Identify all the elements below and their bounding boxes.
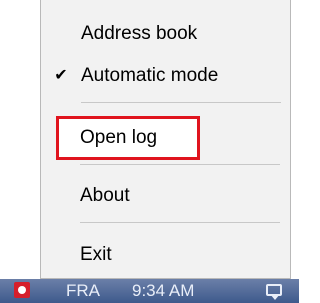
menu-item-label: Open log (80, 126, 158, 148)
menu-item-label: Exit (80, 243, 112, 265)
menu-item-label: Automatic mode (81, 64, 219, 86)
menu-item-automatic-mode[interactable]: ✔ Automatic mode (41, 56, 290, 94)
menu-item-label: Address book (81, 22, 198, 44)
tray-app-icon[interactable] (14, 282, 30, 298)
menu-item-label: About (80, 184, 130, 206)
menu-separator (81, 102, 281, 103)
clock[interactable]: 9:34 AM (132, 281, 194, 301)
menu-item-address-book[interactable]: Address book (41, 14, 290, 52)
menu-item-about[interactable]: About (40, 176, 289, 214)
menu-item-exit[interactable]: Exit (40, 235, 289, 273)
desktop-background (0, 0, 40, 303)
taskbar: FRA 9:34 AM (0, 279, 299, 303)
notification-icon[interactable] (266, 284, 282, 300)
menu-item-open-log[interactable]: Open log (40, 118, 289, 156)
language-indicator[interactable]: FRA (66, 281, 100, 301)
checkmark-icon: ✔ (54, 67, 68, 84)
